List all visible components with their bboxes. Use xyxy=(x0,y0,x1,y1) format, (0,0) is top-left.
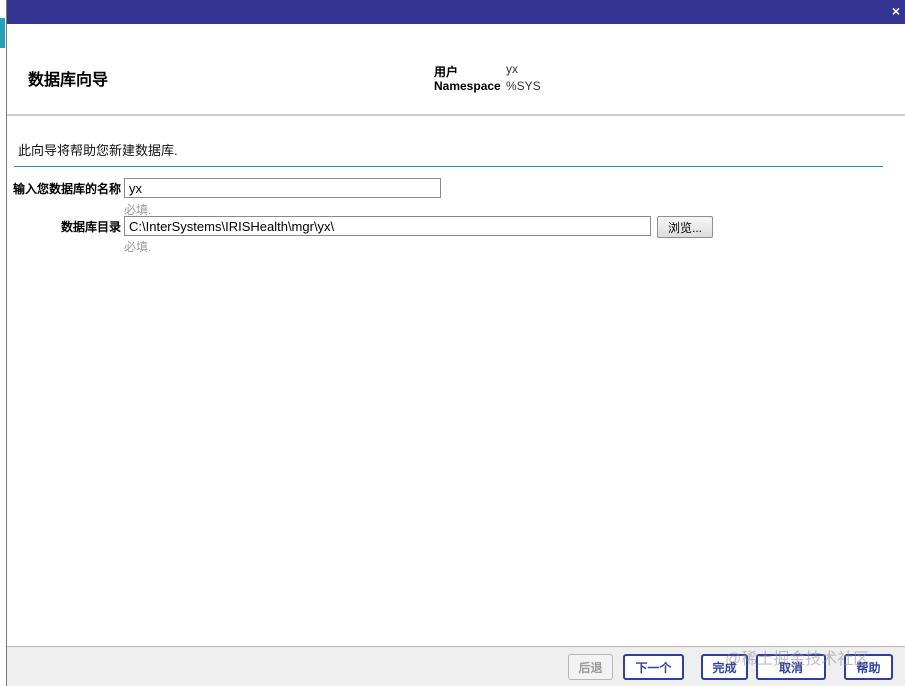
help-button[interactable]: 帮助 xyxy=(844,654,893,680)
back-button[interactable]: 后退 xyxy=(568,654,613,680)
user-label: 用户 xyxy=(434,65,459,79)
background-accent xyxy=(0,18,5,48)
user-value: yx xyxy=(506,62,518,76)
database-directory-required-hint: 必填. xyxy=(124,240,152,254)
database-wizard-dialog: × 数据库向导 用户 yx Namespace %SYS 此向导将帮助您新建数据… xyxy=(6,0,905,686)
database-name-label: 输入您数据库的名称 xyxy=(12,182,121,196)
next-button[interactable]: 下一个 xyxy=(623,654,684,680)
browse-button[interactable]: 浏览... xyxy=(657,216,713,238)
section-divider xyxy=(14,166,883,167)
database-name-input[interactable] xyxy=(124,178,441,198)
close-icon[interactable]: × xyxy=(888,2,904,20)
namespace-label: Namespace xyxy=(434,79,501,93)
database-directory-label: 数据库目录 xyxy=(60,220,121,234)
page-title: 数据库向导 xyxy=(28,72,109,89)
database-directory-input[interactable] xyxy=(124,216,651,236)
namespace-value: %SYS xyxy=(506,79,541,93)
finish-button[interactable]: 完成 xyxy=(701,654,748,680)
cancel-button[interactable]: 取消 xyxy=(756,654,826,680)
wizard-header: 数据库向导 用户 yx Namespace %SYS xyxy=(7,24,905,116)
wizard-footer: 后退 下一个 完成 取消 帮助 xyxy=(7,646,905,686)
intro-text: 此向导将帮助您新建数据库. xyxy=(18,143,178,158)
dialog-titlebar: × xyxy=(7,0,905,24)
